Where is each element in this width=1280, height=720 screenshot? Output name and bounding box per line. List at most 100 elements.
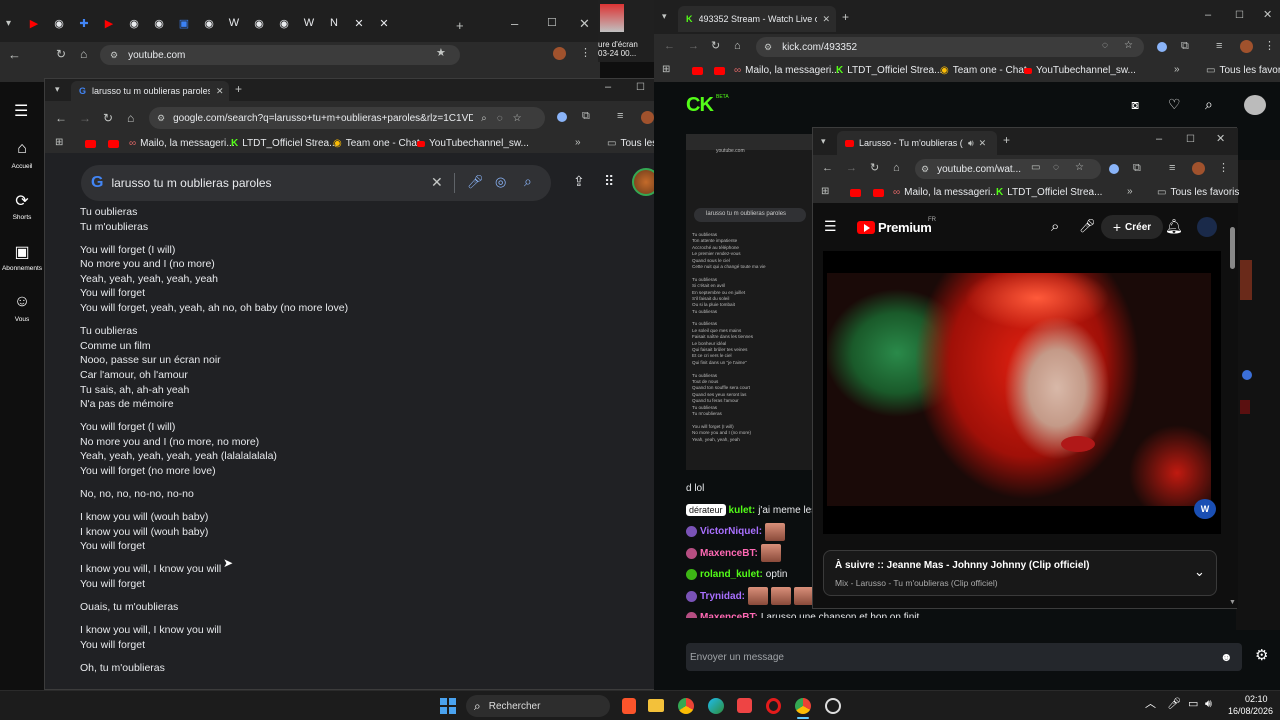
profile-avatar-icon[interactable] bbox=[1240, 40, 1253, 53]
stream-player[interactable]: youtube.com larusso tu m oublieras parol… bbox=[686, 128, 812, 470]
w-tab-icon[interactable]: W bbox=[301, 17, 317, 30]
account-avatar-icon[interactable] bbox=[1197, 217, 1217, 237]
microphone-icon[interactable]: 🎤︎ bbox=[467, 174, 484, 190]
bookmark-star-icon[interactable]: ☆ bbox=[1075, 163, 1084, 173]
youtube-tab-icon[interactable]: ▶ bbox=[101, 17, 117, 30]
profile-avatar-icon[interactable] bbox=[1192, 162, 1205, 175]
youtube-bookmark-icon[interactable] bbox=[873, 189, 884, 197]
chrome-tab-icon[interactable]: ◉ bbox=[151, 17, 167, 30]
youtube-premium-logo[interactable]: Premium bbox=[878, 220, 932, 235]
chrome-tab-icon[interactable]: ◉ bbox=[276, 17, 292, 30]
reload-icon[interactable]: ↻ bbox=[870, 163, 879, 174]
youtube-bookmark-icon[interactable] bbox=[692, 67, 703, 75]
extension-icon[interactable] bbox=[1109, 164, 1119, 174]
all-bookmarks[interactable]: ▭Tous les favoris bbox=[1206, 65, 1280, 76]
forward-arrow-icon[interactable]: → bbox=[846, 163, 857, 174]
close-tab-icon[interactable]: ✕ bbox=[216, 86, 224, 97]
youtube-scrollbar[interactable]: ▼ bbox=[1228, 203, 1238, 608]
audio-playing-icon[interactable]: 🔊︎ bbox=[968, 138, 974, 149]
eye-off-icon[interactable]: ◌ bbox=[1102, 41, 1108, 51]
media-control-icon[interactable]: ≡ bbox=[1169, 163, 1175, 174]
back-arrow-icon[interactable]: ← bbox=[664, 41, 675, 52]
apps-grid-icon[interactable]: ⊞ bbox=[662, 65, 670, 75]
up-next-card[interactable]: À suivre :: Jeanne Mas - Johnny Johnny (… bbox=[823, 550, 1217, 596]
reload-icon[interactable]: ↻ bbox=[56, 48, 66, 60]
site-info-icon[interactable]: ⚙ bbox=[921, 164, 929, 175]
chevron-down-icon[interactable]: ▾ bbox=[6, 19, 11, 29]
browse-icon[interactable]: ⧇ bbox=[1131, 98, 1139, 111]
lens-icon[interactable]: ◎ bbox=[495, 174, 506, 190]
x-tab-icon[interactable]: ✕ bbox=[376, 17, 392, 30]
google-address-bar[interactable]: ⚙ google.com/search?q=larusso+tu+m+oubli… bbox=[149, 107, 545, 129]
youtube-address-bar[interactable]: ⚙ youtube.com/wat... bbox=[915, 159, 1101, 179]
chrome-tab-icon[interactable]: ◉ bbox=[201, 17, 217, 30]
extension-icon[interactable] bbox=[557, 112, 567, 122]
youtube-bookmark-icon[interactable] bbox=[850, 189, 861, 197]
back-arrow-icon[interactable]: ← bbox=[55, 112, 67, 124]
media-control-icon[interactable]: ≡ bbox=[617, 111, 623, 122]
sidebar-item-vous[interactable]: ☺ Vous bbox=[0, 293, 44, 344]
site-info-icon[interactable]: ⚙ bbox=[764, 42, 772, 53]
clear-search-icon[interactable]: ✕ bbox=[431, 174, 443, 191]
close-window-button[interactable]: ✕ bbox=[1216, 134, 1225, 145]
home-icon[interactable]: ⌂ bbox=[893, 163, 900, 174]
chrome-icon[interactable] bbox=[678, 698, 694, 714]
profile-avatar-icon[interactable] bbox=[553, 47, 566, 60]
microphone-icon[interactable]: 🎤︎ bbox=[1079, 219, 1096, 232]
site-info-icon[interactable]: ⚙ bbox=[157, 113, 165, 124]
menu-dots-icon[interactable]: ⋮ bbox=[1218, 163, 1229, 174]
minimize-button[interactable]: – bbox=[605, 82, 611, 93]
reload-icon[interactable]: ↻ bbox=[711, 41, 720, 52]
chevron-right-icon[interactable]: » bbox=[1127, 187, 1133, 197]
home-icon[interactable]: ⌂ bbox=[80, 48, 87, 60]
hamburger-menu-icon[interactable]: ☰ bbox=[14, 104, 28, 120]
bookmark-item[interactable]: ∞ Mailo, la messageri... bbox=[893, 187, 999, 198]
sidebar-item-shorts[interactable]: ⟳ Shorts bbox=[0, 191, 44, 242]
bookmark-item[interactable]: K LTDT_Officiel Strea... bbox=[231, 138, 337, 149]
bookmark-item[interactable]: ∞ Mailo, la messageri... bbox=[734, 65, 840, 76]
emoji-icon[interactable]: ☻ bbox=[1220, 650, 1233, 664]
menu-dots-icon[interactable]: ⋮ bbox=[1264, 41, 1275, 52]
profile-avatar-icon[interactable] bbox=[641, 111, 654, 124]
chat-username[interactable]: MaxenceBT: bbox=[700, 548, 758, 559]
sidebar-item-accueil[interactable]: ⌂ Accueil bbox=[0, 140, 44, 191]
edge-icon[interactable] bbox=[708, 698, 724, 714]
chevron-down-icon[interactable]: ▾ bbox=[55, 85, 60, 94]
close-tab-icon[interactable]: ✕ bbox=[823, 14, 831, 25]
bookmark-star-icon[interactable]: ★ bbox=[436, 48, 446, 59]
kick-logo[interactable]: CK bbox=[686, 94, 714, 117]
minimize-button[interactable]: – bbox=[1156, 134, 1162, 145]
w-tab-icon[interactable]: W bbox=[226, 17, 242, 30]
google-active-tab[interactable]: G larusso tu m oublieras paroles ✕ bbox=[71, 81, 229, 101]
camera-tab-icon[interactable]: ▣ bbox=[176, 17, 192, 30]
forward-arrow-icon[interactable]: → bbox=[79, 112, 91, 124]
bookmark-item[interactable]: ◉ Team one - Chat bbox=[940, 65, 1027, 76]
site-info-icon[interactable]: ⚙ bbox=[110, 50, 118, 61]
menu-dots-icon[interactable]: ⋮ bbox=[580, 48, 591, 59]
video-player[interactable]: W bbox=[823, 251, 1221, 534]
apps-tab-icon[interactable]: ✚ bbox=[76, 17, 92, 30]
youtube-active-tab[interactable]: Larusso - Tu m'oublieras (C 🔊︎ ✕ bbox=[837, 131, 997, 155]
volume-icon[interactable]: 🔊︎ bbox=[1205, 699, 1212, 710]
chevron-down-icon[interactable]: ⌄ bbox=[1194, 565, 1205, 578]
search-icon[interactable]: ⌕ bbox=[1051, 219, 1059, 234]
eye-off-icon[interactable]: ◌ bbox=[1053, 163, 1059, 173]
new-tab-button[interactable]: + bbox=[456, 19, 464, 32]
forward-arrow-icon[interactable]: → bbox=[688, 41, 699, 52]
hamburger-menu-icon[interactable]: ☰ bbox=[824, 219, 837, 233]
search-icon[interactable]: ⌕ bbox=[1205, 97, 1213, 111]
scroll-down-icon[interactable]: ▼ bbox=[1229, 599, 1236, 606]
maximize-button[interactable]: ☐ bbox=[1186, 135, 1195, 145]
bookmark-item[interactable]: ◉ Team one - Chat bbox=[333, 138, 420, 149]
minimize-button[interactable]: – bbox=[1205, 10, 1211, 21]
maximize-button[interactable]: ☐ bbox=[1235, 11, 1244, 21]
notifications-bell-icon[interactable]: 🔔︎ bbox=[1165, 219, 1183, 233]
snipping-tool-icon[interactable] bbox=[737, 698, 752, 713]
create-button[interactable]: + Créer bbox=[1101, 215, 1163, 239]
chat-username[interactable]: roland_kulet: bbox=[700, 569, 763, 580]
home-icon[interactable]: ⌂ bbox=[734, 41, 741, 52]
chevron-down-icon[interactable]: ▾ bbox=[821, 137, 826, 146]
share-icon[interactable]: ⇪ bbox=[573, 174, 585, 188]
youtube-bookmark-icon[interactable] bbox=[108, 140, 119, 148]
start-button[interactable] bbox=[440, 698, 456, 714]
